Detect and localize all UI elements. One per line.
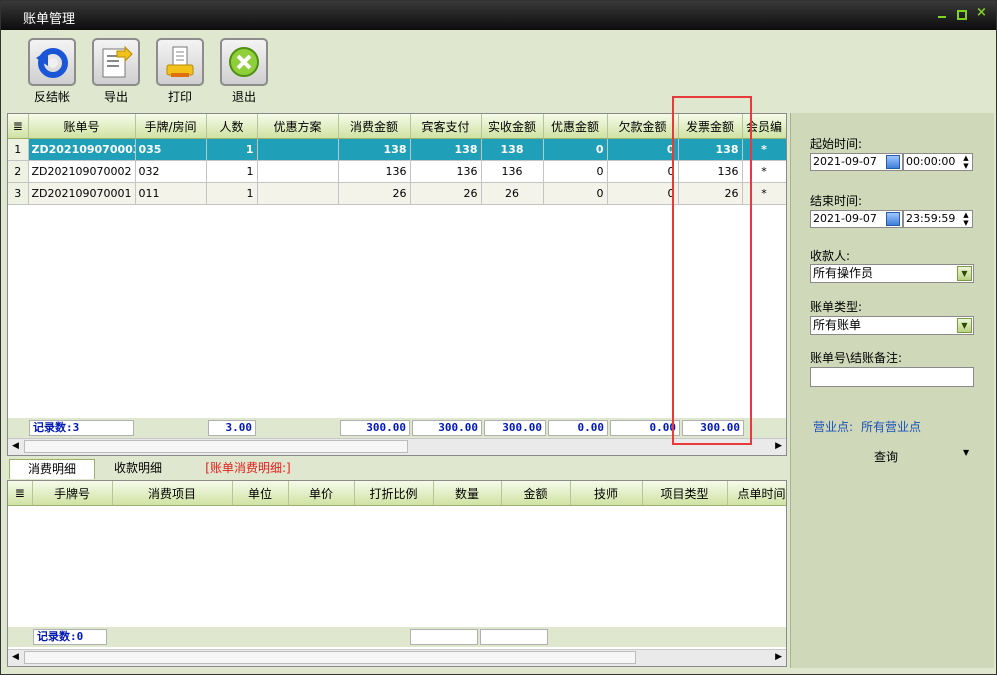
business-point-label: 营业点: (813, 420, 854, 434)
bills-summary-row: 记录数:3 3.00 300.00 300.00 300.00 0.00 0.0… (8, 418, 786, 438)
bills-horizontal-scrollbar[interactable]: ◀ ▶ (8, 438, 786, 455)
summary-guest-paid: 300.00 (412, 420, 482, 436)
bill-no-label: 账单号\结账备注: (810, 351, 903, 365)
tab-consume-detail[interactable]: 消费明细 (9, 459, 95, 479)
time-spinner-icon[interactable]: ▲ ▼ (960, 154, 972, 172)
exit-icon (229, 47, 259, 77)
end-date-input[interactable]: 2021-09-07 (810, 210, 903, 228)
col-header-discount-plan[interactable]: 优惠方案 (257, 114, 339, 139)
query-button[interactable]: 查询 (874, 448, 898, 465)
bill-type-select[interactable]: 所有账单 ▼ (810, 316, 974, 335)
bill-detail-note: [账单消费明细:] (205, 461, 291, 475)
table-row[interactable]: 1 ZD202109070003 035 1 138 138 138 0 0 1… (8, 138, 786, 161)
close-icon[interactable]: × (976, 6, 987, 20)
unsettle-label: 反结帐 (33, 90, 70, 104)
undo-icon (36, 48, 68, 78)
bill-management-window: 账单管理 × 反结帐 导出 打印 退出 ≣ 账单号 手牌/房间 人数 优惠方案 … (0, 0, 997, 675)
details-summary-amount (410, 629, 478, 645)
export-label: 导出 (103, 90, 128, 104)
col-header-order-time[interactable]: 点单时间 (727, 481, 786, 506)
scroll-right-icon[interactable]: ▶ (775, 441, 782, 451)
bills-header-row: ≣ 账单号 手牌/房间 人数 优惠方案 消费金额 宾客支付 实收金额 优惠金额 … (8, 114, 786, 139)
col-header-qty[interactable]: 数量 (433, 481, 502, 506)
summary-invoice: 300.00 (682, 420, 744, 436)
bill-type-label: 账单类型: (810, 300, 863, 314)
chevron-down-icon[interactable]: ▼ (957, 318, 972, 333)
summary-count: 记录数:3 (29, 420, 134, 436)
col-header-discount-rate[interactable]: 打折比例 (354, 481, 434, 506)
scroll-left-icon[interactable]: ◀ (12, 441, 19, 451)
summary-received: 300.00 (484, 420, 546, 436)
title-bar: 账单管理 × (1, 1, 996, 30)
table-row[interactable]: 3 ZD202109070001 011 1 26 26 26 0 0 26 * (8, 182, 786, 205)
window-title: 账单管理 (23, 12, 76, 27)
col-header-discount[interactable]: 优惠金额 (543, 114, 608, 139)
maximize-icon[interactable] (957, 10, 967, 20)
calendar-icon[interactable] (886, 212, 900, 226)
col-header-bill-no[interactable]: 账单号 (28, 114, 136, 139)
toolbar: 反结帐 导出 打印 退出 (1, 30, 996, 110)
time-spinner-icon[interactable]: ▲ ▼ (960, 211, 972, 229)
start-time-label: 起始时间: (810, 137, 863, 151)
col-header-consume[interactable]: 消费金额 (338, 114, 411, 139)
col-header-debt[interactable]: 欠款金额 (607, 114, 679, 139)
bills-grid[interactable]: ≣ 账单号 手牌/房间 人数 优惠方案 消费金额 宾客支付 实收金额 优惠金额 … (7, 113, 787, 456)
col-header-item-type[interactable]: 项目类型 (642, 481, 728, 506)
summary-consume: 300.00 (340, 420, 410, 436)
summary-debt: 0.00 (610, 420, 680, 436)
details-summary-technician (480, 629, 548, 645)
print-label: 打印 (167, 90, 192, 104)
bill-no-input[interactable] (810, 367, 974, 387)
details-summary-count: 记录数:0 (33, 629, 107, 645)
minimize-icon[interactable] (937, 9, 947, 19)
start-date-input[interactable]: 2021-09-07 (810, 153, 903, 171)
cashier-select[interactable]: 所有操作员 ▼ (810, 264, 974, 283)
scroll-thumb[interactable] (24, 651, 636, 664)
exit-button[interactable]: 退出 (217, 38, 271, 105)
summary-people: 3.00 (208, 420, 256, 436)
start-time-input[interactable]: 00:00:00 ▲ ▼ (903, 153, 973, 171)
business-point-link[interactable]: 所有营业点 (861, 418, 921, 435)
printer-icon (166, 46, 194, 77)
exit-label: 退出 (231, 90, 256, 104)
col-header-price[interactable]: 单价 (288, 481, 355, 506)
print-button[interactable]: 打印 (153, 38, 207, 105)
detail-tabs: 消费明细 收款明细 [账单消费明细:] (7, 459, 787, 479)
col-header-technician[interactable]: 技师 (570, 481, 643, 506)
details-grid[interactable]: ≣ 手牌号 消费项目 单位 单价 打折比例 数量 金额 技师 项目类型 点单时间… (7, 480, 787, 667)
calendar-icon[interactable] (886, 155, 900, 169)
summary-discount: 0.00 (548, 420, 608, 436)
col-header-received[interactable]: 实收金额 (481, 114, 544, 139)
details-summary-row: 记录数:0 (8, 627, 786, 647)
scroll-thumb[interactable] (24, 440, 408, 453)
tab-payment-detail[interactable]: 收款明细 (99, 459, 177, 478)
col-header-unit[interactable]: 单位 (232, 481, 289, 506)
unsettle-button[interactable]: 反结帐 (25, 38, 79, 105)
col-header-member[interactable]: 会员编 (742, 114, 786, 139)
details-header-row: ≣ 手牌号 消费项目 单位 单价 打折比例 数量 金额 技师 项目类型 点单时间 (8, 481, 786, 506)
col-header-amount[interactable]: 金额 (501, 481, 571, 506)
export-icon (102, 45, 133, 78)
col-header-people[interactable]: 人数 (206, 114, 258, 139)
col-header-item[interactable]: 消费项目 (112, 481, 233, 506)
query-dropdown-icon[interactable]: ▼ (963, 448, 969, 457)
grid-menu-icon[interactable]: ≣ (8, 481, 33, 506)
col-header-guest-paid[interactable]: 宾客支付 (410, 114, 482, 139)
col-header-room[interactable]: 手牌/房间 (135, 114, 207, 139)
grid-menu-icon[interactable]: ≣ (8, 114, 29, 139)
end-time-input[interactable]: 23:59:59 ▲ ▼ (903, 210, 973, 228)
end-time-label: 结束时间: (810, 194, 863, 208)
chevron-down-icon[interactable]: ▼ (957, 266, 972, 281)
col-header-invoice[interactable]: 发票金额 (678, 114, 743, 139)
details-horizontal-scrollbar[interactable]: ◀ ▶ (8, 649, 786, 666)
export-button[interactable]: 导出 (89, 38, 143, 105)
col-header-tag-no[interactable]: 手牌号 (32, 481, 113, 506)
scroll-left-icon[interactable]: ◀ (12, 652, 19, 662)
scroll-right-icon[interactable]: ▶ (775, 652, 782, 662)
cashier-label: 收款人: (810, 249, 851, 263)
filter-panel: 起始时间: 2021-09-07 00:00:00 ▲ ▼ 结束时间: 2021-… (790, 113, 994, 668)
table-row[interactable]: 2 ZD202109070002 032 1 136 136 136 0 0 1… (8, 160, 786, 183)
